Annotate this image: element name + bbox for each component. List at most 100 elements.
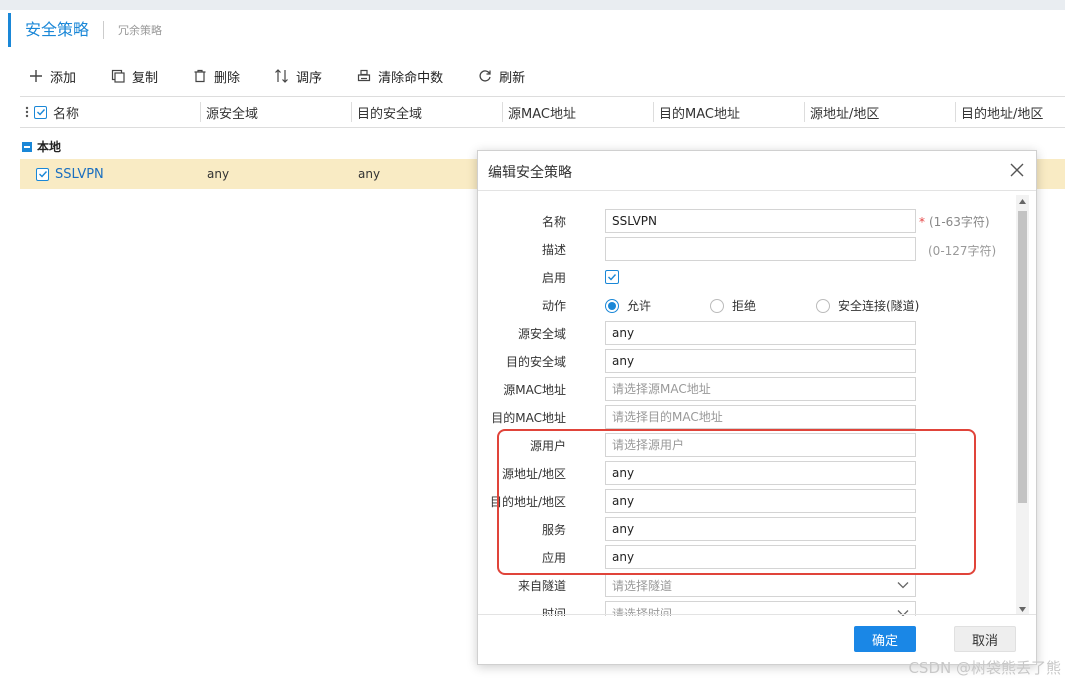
add-button[interactable]: 添加 — [28, 67, 76, 86]
column-dst-mac[interactable]: 目的MAC地址 — [654, 96, 805, 128]
tab-security-policy[interactable]: 安全策略 — [8, 13, 89, 47]
dst-mac-input[interactable] — [605, 405, 916, 429]
column-src-addr-label: 源地址/地区 — [810, 106, 880, 122]
dialog-body: 名称 *(1-63字符) 描述 (0-127字符) 启用 动作 — [478, 192, 1038, 616]
scroll-up-icon[interactable] — [1016, 195, 1029, 207]
group-local[interactable]: 本地 — [22, 138, 61, 155]
src-user-input[interactable] — [605, 433, 916, 457]
ok-button[interactable]: 确定 — [854, 626, 916, 652]
copy-label: 复制 — [132, 70, 159, 86]
row-name[interactable]: SSLVPN — [55, 167, 104, 182]
form-row-dst-zone: 目的安全域 — [478, 349, 1018, 373]
form-row-dst-mac: 目的MAC地址 — [478, 405, 1018, 429]
action-deny-label: 拒绝 — [732, 299, 757, 313]
src-addr-input[interactable] — [605, 461, 916, 485]
select-all-checkbox[interactable] — [34, 105, 47, 119]
collapse-icon[interactable] — [22, 141, 32, 152]
trash-icon — [192, 68, 208, 84]
column-menu-icon[interactable] — [20, 96, 34, 128]
cancel-button[interactable]: 取消 — [954, 626, 1016, 652]
action-secure[interactable]: 安全连接(隧道) — [816, 297, 919, 314]
dst-zone-input[interactable] — [605, 349, 916, 373]
policy-tabs: 安全策略 冗余策略 — [8, 12, 162, 48]
delete-button[interactable]: 删除 — [192, 67, 240, 86]
app-input[interactable] — [605, 545, 916, 569]
form-row-enable: 启用 — [478, 265, 1018, 289]
copy-button[interactable]: 复制 — [110, 67, 158, 86]
sort-icon — [274, 68, 290, 84]
column-src-zone-label: 源安全域 — [206, 106, 259, 122]
dst-addr-input[interactable] — [605, 489, 916, 513]
refresh-button[interactable]: 刷新 — [477, 67, 525, 86]
dialog-header: 编辑安全策略 — [478, 151, 1036, 191]
service-input[interactable] — [605, 517, 916, 541]
enable-checkbox[interactable] — [605, 270, 619, 284]
column-name[interactable]: 名称 — [34, 96, 201, 128]
toolbar: 添加 复制 删除 调序 清除命中数 刷新 — [28, 64, 559, 88]
tab-separator — [103, 21, 105, 39]
eraser-icon — [356, 68, 372, 84]
tunnel-select[interactable]: 请选择隧道 — [605, 573, 916, 597]
column-name-label: 名称 — [53, 106, 80, 122]
scroll-thumb[interactable] — [1018, 211, 1027, 503]
tunnel-placeholder: 请选择隧道 — [612, 578, 673, 593]
dst-addr-label: 目的地址/地区 — [489, 495, 566, 509]
tunnel-label: 来自隧道 — [517, 579, 566, 593]
src-mac-input[interactable] — [605, 377, 916, 401]
src-addr-label: 源地址/地区 — [501, 467, 566, 481]
clear-hits-label: 清除命中数 — [378, 70, 444, 86]
src-zone-input[interactable] — [605, 321, 916, 345]
add-label: 添加 — [50, 70, 77, 86]
action-deny-radio[interactable] — [710, 298, 724, 313]
action-radio-group: 允许 拒绝 安全连接(隧道) — [605, 297, 919, 314]
delete-label: 删除 — [214, 70, 241, 86]
dst-mac-label: 目的MAC地址 — [491, 411, 566, 425]
form-row-src-addr: 源地址/地区 — [478, 461, 1018, 485]
chevron-down-icon — [897, 582, 909, 589]
column-src-zone[interactable]: 源安全域 — [201, 96, 352, 128]
column-src-mac[interactable]: 源MAC地址 — [503, 96, 654, 128]
desc-input[interactable] — [605, 237, 916, 261]
copy-icon — [110, 68, 126, 84]
column-dst-zone[interactable]: 目的安全域 — [352, 96, 503, 128]
table-header: 名称 源安全域 目的安全域 源MAC地址 目的MAC地址 源地址/地区 目的地址… — [20, 96, 1065, 128]
form-row-app: 应用 — [478, 545, 1018, 569]
name-hint-text: (1-63字符) — [929, 215, 990, 229]
action-secure-label: 安全连接(隧道) — [838, 299, 920, 313]
plus-icon — [28, 68, 44, 84]
form-row-service: 服务 — [478, 517, 1018, 541]
form-row-tunnel: 来自隧道 请选择隧道 — [478, 573, 1018, 597]
action-allow[interactable]: 允许 — [605, 297, 710, 314]
edit-policy-dialog: 编辑安全策略 名称 *(1-63字符) 描述 (0-127字符) 启用 — [477, 150, 1037, 665]
desc-label: 描述 — [541, 243, 566, 257]
clear-hits-button[interactable]: 清除命中数 — [356, 67, 443, 86]
tab-redundant-policy[interactable]: 冗余策略 — [118, 22, 162, 38]
form-row-src-zone: 源安全域 — [478, 321, 1018, 345]
enable-label: 启用 — [541, 271, 566, 285]
action-allow-label: 允许 — [627, 299, 652, 313]
action-secure-radio[interactable] — [816, 298, 830, 313]
row-checkbox[interactable] — [36, 167, 49, 181]
form-row-dst-addr: 目的地址/地区 — [478, 489, 1018, 513]
column-src-addr[interactable]: 源地址/地区 — [805, 96, 956, 128]
form-row-name: 名称 *(1-63字符) — [478, 209, 1018, 233]
refresh-label: 刷新 — [499, 70, 526, 86]
row-src-zone: any — [207, 167, 230, 181]
form-row-src-user: 源用户 — [478, 433, 1018, 457]
column-dst-addr-label: 目的地址/地区 — [961, 106, 1044, 122]
page: 安全策略 冗余策略 添加 复制 删除 调序 清除命中数 刷新 名称 源安全域 目… — [0, 0, 1065, 682]
form-row-src-mac: 源MAC地址 — [478, 377, 1018, 401]
action-allow-radio[interactable] — [605, 298, 619, 313]
group-label: 本地 — [37, 140, 62, 154]
close-icon[interactable] — [1008, 161, 1026, 179]
name-label: 名称 — [541, 215, 566, 229]
name-input[interactable] — [605, 209, 916, 233]
column-dst-addr[interactable]: 目的地址/地区 — [956, 96, 1065, 128]
dialog-title: 编辑安全策略 — [488, 165, 572, 181]
desc-hint: (0-127字符) — [928, 244, 997, 258]
row-name-cell: SSLVPN — [20, 167, 201, 182]
reorder-button[interactable]: 调序 — [274, 67, 322, 86]
src-zone-label: 源安全域 — [517, 327, 566, 341]
action-deny[interactable]: 拒绝 — [710, 297, 816, 314]
dialog-scrollbar[interactable] — [1016, 195, 1029, 615]
